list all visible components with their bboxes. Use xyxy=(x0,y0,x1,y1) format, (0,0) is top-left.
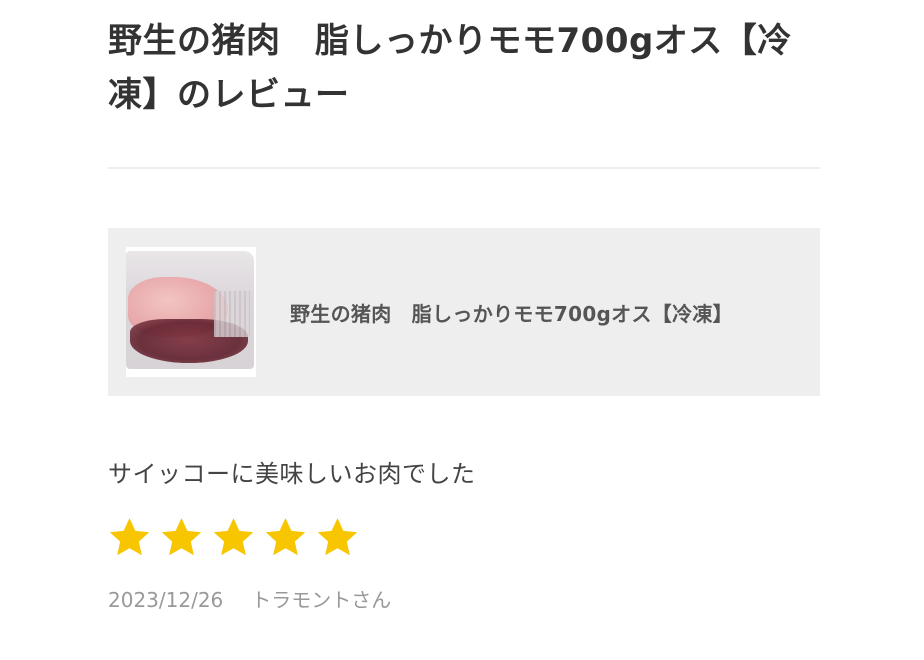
review-author: トラモントさん xyxy=(251,588,392,612)
product-name: 野生の猪肉 脂しっかりモモ700gオス【冷凍】 xyxy=(290,301,733,326)
divider xyxy=(108,167,820,169)
star-icon xyxy=(317,518,358,556)
review-meta: 2023/12/26 トラモントさん xyxy=(108,585,391,615)
review-page: 野生の猪肉 脂しっかりモモ700gオス【冷凍】のレビュー 野生の猪肉 脂しっかり… xyxy=(108,0,820,612)
review-date: 2023/12/26 xyxy=(108,588,224,612)
review-text: サイッコーに美味しいお肉でした xyxy=(108,460,476,488)
star-icon xyxy=(213,518,254,556)
product-card-link[interactable]: 野生の猪肉 脂しっかりモモ700gオス【冷凍】 xyxy=(108,228,820,396)
star-rating xyxy=(108,516,359,559)
page-title: 野生の猪肉 脂しっかりモモ700gオス【冷凍】のレビュー xyxy=(108,21,792,115)
star-icon xyxy=(265,518,306,556)
product-thumbnail xyxy=(126,247,256,377)
star-icon xyxy=(109,518,150,556)
star-icon xyxy=(161,518,202,556)
